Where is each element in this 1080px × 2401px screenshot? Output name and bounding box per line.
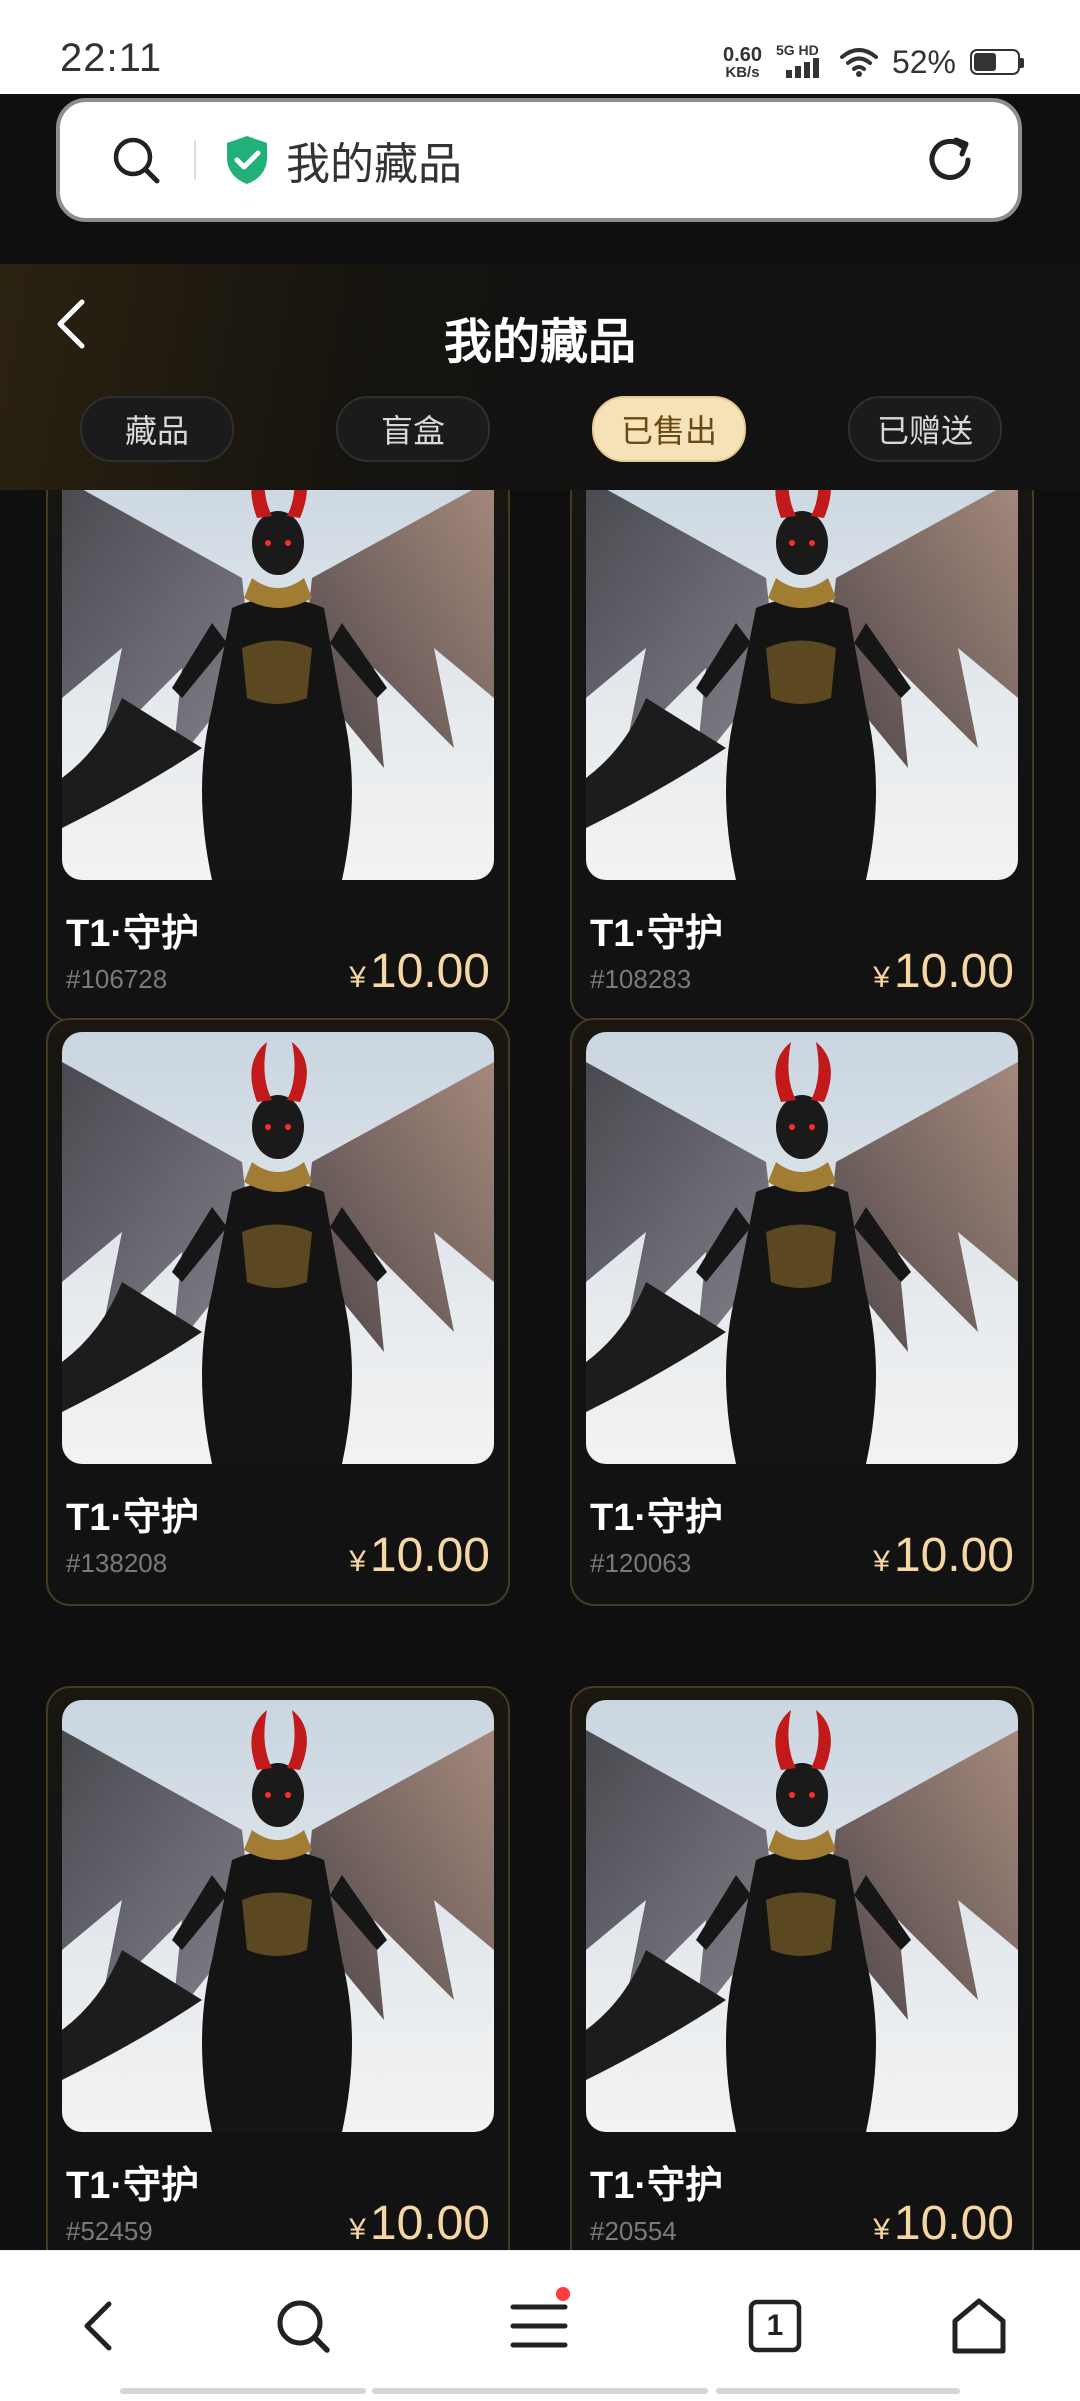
artwork-image [62, 1700, 494, 2132]
price-amount: 10.00 [893, 1529, 1014, 1582]
search-icon[interactable] [268, 2291, 338, 2361]
home-icon[interactable] [944, 2291, 1014, 2361]
back-icon[interactable] [64, 2291, 134, 2361]
tab-count: 1 [766, 2309, 784, 2342]
address-divider [194, 140, 196, 180]
tabs-icon[interactable]: 1 [740, 2291, 810, 2361]
card-name: T1·守护 [66, 2165, 200, 2207]
collection-card[interactable]: T1·守护 #120063 ¥10.00 [570, 1018, 1034, 1606]
card-serial: #120063 [590, 1548, 692, 1578]
cellular-signal-icon: 5G HD [775, 42, 826, 80]
card-name: T1·守护 [590, 1497, 724, 1539]
card-serial: #106728 [66, 964, 168, 994]
card-price: ¥10.00 [873, 2196, 1014, 2250]
gesture-bar-segment [372, 2388, 708, 2394]
gesture-bar-segment [716, 2388, 960, 2394]
gesture-bar-segment [120, 2388, 366, 2394]
status-icons: 0.60 KB/s 5G HD 52% [723, 40, 1024, 84]
collection-card[interactable]: T1·守护 #138208 ¥10.00 [46, 1018, 510, 1606]
card-price: ¥10.00 [349, 944, 490, 999]
card-serial: #20554 [590, 2216, 677, 2246]
network-speed-value: 0.60 [723, 43, 762, 66]
artwork-image [62, 490, 494, 880]
currency-symbol: ¥ [873, 961, 890, 994]
currency-symbol: ¥ [873, 1545, 890, 1578]
collection-card[interactable]: T1·守护 #20554 ¥10.00 [570, 1686, 1034, 2250]
wifi-icon [839, 48, 878, 77]
card-serial: #108283 [590, 964, 692, 994]
collection-card[interactable]: T1·守护 #52459 ¥10.00 [46, 1686, 510, 2250]
tab-blind-box[interactable]: 盲盒 [336, 396, 490, 462]
artwork-image [62, 1032, 494, 1464]
network-speed: 0.60 KB/s [723, 45, 762, 80]
artwork-image [586, 490, 1018, 880]
card-price: ¥10.00 [349, 2196, 490, 2250]
artwork-image [586, 1700, 1018, 2132]
currency-symbol: ¥ [349, 1545, 366, 1578]
card-name: T1·守护 [66, 913, 200, 955]
tab-collections[interactable]: 藏品 [80, 396, 234, 462]
price-amount: 10.00 [893, 945, 1014, 998]
card-name: T1·守护 [590, 2165, 724, 2207]
price-amount: 10.00 [369, 1529, 490, 1582]
search-icon[interactable] [108, 132, 164, 188]
battery-icon [970, 49, 1024, 75]
card-serial: #138208 [66, 1548, 168, 1578]
card-price: ¥10.00 [873, 944, 1014, 999]
refresh-icon[interactable] [920, 130, 980, 190]
price-amount: 10.00 [893, 2197, 1014, 2250]
collection-card[interactable]: T1·守护 #106728 ¥10.00 [46, 490, 510, 1022]
network-speed-unit: KB/s [725, 63, 760, 81]
app-header: 我的藏品 藏品 盲盒 已售出 已赠送 [0, 264, 1080, 490]
page-title: 我的藏品 [443, 316, 636, 369]
status-time: 22:11 [60, 36, 163, 80]
tab-sold[interactable]: 已售出 [592, 396, 746, 462]
currency-symbol: ¥ [349, 961, 366, 994]
price-amount: 10.00 [369, 945, 490, 998]
menu-icon[interactable] [504, 2287, 574, 2361]
collection-grid: T1·守护 #106728 ¥10.00 T1·守护 #108283 ¥ 10.… [0, 490, 1080, 2250]
collection-card[interactable]: T1·守护 #108283 ¥10.00 [570, 490, 1034, 1022]
price-amount: 10.00 [369, 2197, 490, 2250]
card-price: ¥10.00 [349, 1528, 490, 1583]
browser-bottom-nav: 1 [0, 2250, 1080, 2401]
tab-gifted[interactable]: 已赠送 [848, 396, 1002, 462]
card-name: T1·守护 [590, 913, 724, 955]
signal-label: 5G HD [775, 42, 819, 58]
battery-percent: 52% [891, 43, 956, 80]
card-serial: #52459 [66, 2216, 153, 2246]
address-bar[interactable]: 我的藏品 [56, 98, 1022, 222]
status-bar: 22:11 0.60 KB/s 5G HD 52% [0, 0, 1080, 94]
card-price: ¥10.00 [873, 1528, 1014, 1583]
artwork-image [586, 1032, 1018, 1464]
address-text[interactable]: 我的藏品 [286, 128, 920, 192]
currency-symbol: ¥ [349, 2213, 366, 2246]
currency-symbol: ¥ [873, 2213, 890, 2246]
category-tabs: 藏品 盲盒 已售出 已赠送 [0, 396, 1080, 462]
card-name: T1·守护 [66, 1497, 200, 1539]
secure-shield-icon [227, 136, 267, 184]
notification-dot [556, 2287, 570, 2301]
